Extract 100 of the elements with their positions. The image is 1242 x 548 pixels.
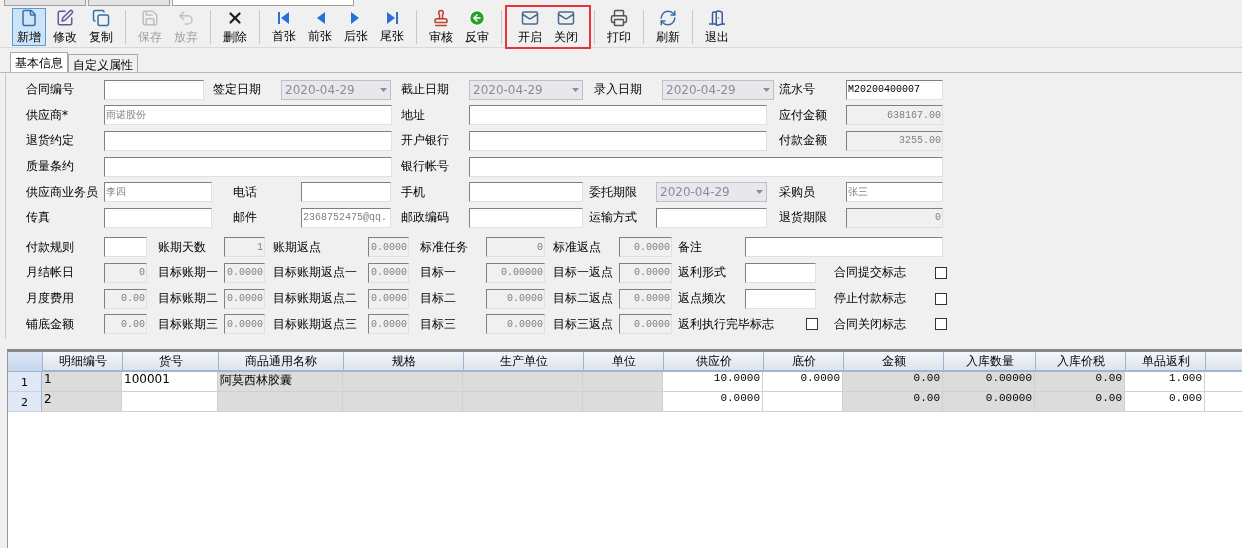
column-header: 供应价 [664, 352, 764, 372]
input-field[interactable] [104, 207, 212, 228]
input-field[interactable]: M20200400007 [846, 79, 943, 100]
input-field[interactable]: 0.0000 [619, 314, 672, 335]
grid-corner [8, 352, 43, 372]
toolbar-button[interactable]: 前张 [303, 8, 337, 46]
table-cell: 0.00000 [943, 392, 1035, 412]
field-label: 录入日期 [594, 81, 643, 99]
input-field[interactable]: 0 [104, 262, 147, 283]
field-label: 签定日期 [213, 81, 262, 99]
input-field[interactable]: 0.0000 [486, 288, 545, 309]
field-label: 委托期限 [589, 183, 638, 201]
input-field[interactable]: 0.0000 [486, 314, 545, 335]
date-field[interactable]: 2020-04-29 [662, 79, 774, 100]
field-label: 邮件 [233, 209, 258, 227]
date-field[interactable]: 2020-04-29 [656, 182, 767, 203]
input-field[interactable]: 0.0000 [368, 314, 409, 335]
stamp-icon [432, 8, 450, 27]
toolbar-button[interactable]: 修改 [48, 8, 82, 46]
toolbar-button[interactable]: 删除 [218, 8, 252, 46]
field-label: 应付金额 [779, 106, 828, 124]
skip-back-icon [276, 9, 292, 26]
input-field[interactable] [469, 182, 583, 203]
date-field[interactable]: 2020-04-29 [281, 79, 391, 100]
field-label: 目标二返点 [553, 290, 614, 308]
toolbar-button[interactable]: 刷新 [651, 8, 685, 46]
field-label: 标准任务 [420, 238, 469, 256]
toolbar-button[interactable]: 开启 [513, 8, 547, 46]
input-field[interactable]: 0 [486, 237, 545, 258]
input-field[interactable] [745, 237, 943, 258]
undo-icon [177, 8, 195, 27]
document-tab[interactable] [88, 0, 170, 6]
field-label: 停止付款标志 [834, 290, 907, 308]
input-field[interactable]: 0.00 [104, 314, 147, 335]
toolbar-button[interactable]: 尾张 [375, 8, 409, 46]
input-field[interactable] [745, 262, 816, 283]
input-field[interactable]: 0.00000 [486, 262, 545, 283]
door-icon [708, 8, 726, 27]
input-field[interactable]: 638167.00 [846, 105, 943, 126]
input-field[interactable]: 0.0000 [619, 262, 672, 283]
input-field[interactable] [301, 182, 391, 203]
envelope-icon [557, 8, 575, 27]
field-label: 合同提交标志 [834, 264, 907, 282]
toolbar-button[interactable]: 反审 [460, 8, 494, 46]
input-field[interactable] [104, 156, 392, 177]
save-icon [141, 8, 159, 27]
input-field[interactable] [469, 207, 583, 228]
checkbox[interactable] [935, 318, 947, 331]
input-field[interactable]: 0.0000 [224, 288, 265, 309]
input-field[interactable]: 0.0000 [368, 288, 409, 309]
input-field[interactable] [104, 237, 147, 258]
input-field[interactable]: 0.0000 [368, 237, 409, 258]
input-field[interactable] [469, 105, 767, 126]
input-field[interactable]: 0.0000 [619, 237, 672, 258]
toolbar-button[interactable]: 复制 [84, 8, 118, 46]
row-header: 1 [8, 372, 42, 392]
checkbox[interactable] [935, 292, 947, 305]
field-label: 付款金额 [779, 132, 828, 150]
toolbar-button[interactable]: 后张 [339, 8, 373, 46]
tab[interactable]: 基本信息 [10, 52, 68, 72]
dropdown-caret-icon [380, 87, 387, 92]
field-label: 目标一 [420, 264, 457, 282]
input-field[interactable] [469, 156, 943, 177]
field-label: 目标账期一 [158, 264, 219, 282]
checkbox[interactable] [935, 266, 947, 279]
input-field[interactable] [104, 79, 204, 100]
document-tab[interactable] [172, 0, 354, 6]
table-cell: 0.00 [1035, 372, 1125, 392]
date-field[interactable]: 2020-04-29 [469, 79, 583, 100]
input-field[interactable] [104, 131, 392, 151]
input-field[interactable] [469, 131, 767, 151]
copy-icon [92, 8, 110, 27]
input-field[interactable]: 1 [224, 237, 265, 258]
tab[interactable]: 自定义属性 [68, 54, 138, 72]
input-field[interactable] [745, 288, 816, 309]
field-label: 目标账期二 [158, 290, 219, 308]
field-label: 开户银行 [401, 132, 450, 150]
toolbar-button[interactable]: 关闭 [549, 8, 583, 46]
checkbox[interactable] [806, 318, 818, 331]
input-field[interactable]: 3255.00 [846, 131, 943, 151]
input-field[interactable]: 0.0000 [619, 288, 672, 309]
field-label: 付款规则 [26, 238, 75, 256]
toolbar-button[interactable]: 首张 [267, 8, 301, 46]
table-cell: 0.00000 [943, 372, 1035, 392]
toolbar-button[interactable]: 新增 [12, 8, 46, 46]
refresh-icon [659, 8, 677, 27]
table-cell: 0.00 [843, 372, 943, 392]
table-cell: 0.0000 [763, 372, 843, 392]
field-label: 月结帐日 [26, 264, 75, 282]
input-field[interactable]: 0.0000 [224, 314, 265, 335]
field-label: 返利形式 [678, 264, 727, 282]
toolbar-button[interactable]: 打印 [602, 8, 636, 46]
toolbar-button[interactable]: 退出 [700, 8, 734, 46]
input-field[interactable]: 0.00 [104, 288, 147, 309]
document-tab[interactable] [4, 0, 86, 6]
input-field[interactable]: 0.0000 [224, 262, 265, 283]
input-field[interactable]: 0 [846, 207, 943, 228]
input-field[interactable]: 0.0000 [368, 262, 409, 283]
toolbar-button[interactable]: 审核 [424, 8, 458, 46]
input-field[interactable] [656, 207, 767, 228]
